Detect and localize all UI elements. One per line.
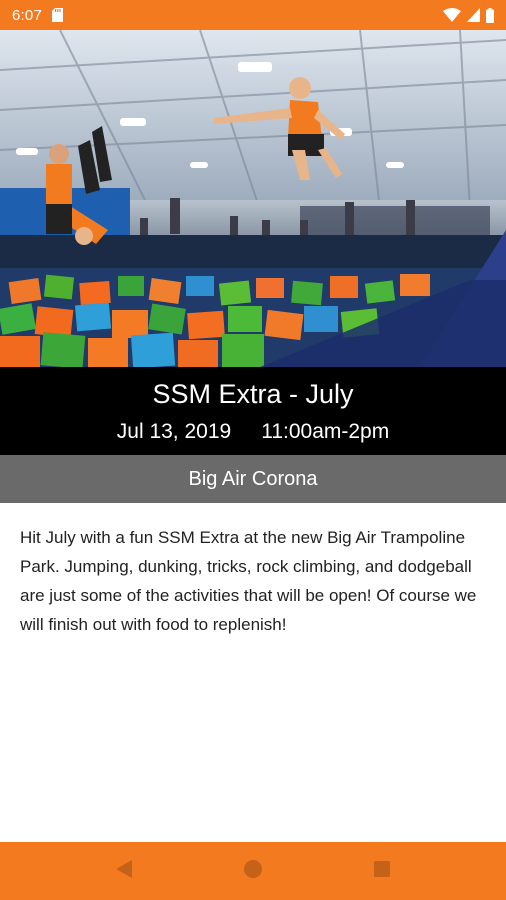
status-bar: 6:07 bbox=[0, 0, 506, 30]
battery-icon bbox=[486, 7, 494, 23]
event-hero-image bbox=[0, 30, 506, 367]
recents-button[interactable] bbox=[362, 851, 402, 891]
event-date: Jul 13, 2019 bbox=[116, 420, 232, 443]
back-icon bbox=[115, 859, 133, 884]
event-description: Hit July with a fun SSM Extra at the new… bbox=[20, 528, 477, 634]
wifi-icon bbox=[443, 8, 461, 22]
status-icons bbox=[443, 7, 494, 23]
event-time: 11:00am-2pm bbox=[261, 420, 390, 443]
sd-card-icon bbox=[52, 8, 63, 22]
home-button[interactable] bbox=[233, 851, 273, 891]
system-nav-bar bbox=[0, 842, 506, 900]
back-button[interactable] bbox=[104, 851, 144, 891]
event-title: SSM Extra - July bbox=[152, 379, 354, 409]
cell-signal-icon bbox=[467, 8, 480, 22]
event-location-label: Big Air Corona bbox=[188, 467, 318, 490]
recents-icon bbox=[373, 860, 391, 883]
event-datetime: Jul 13, 2019 11:00am-2pm bbox=[0, 420, 506, 444]
event-location: Big Air Corona bbox=[0, 455, 506, 503]
home-icon bbox=[242, 858, 264, 885]
event-header: SSM Extra - July Jul 13, 2019 11:00am-2p… bbox=[0, 367, 506, 455]
status-time: 6:07 bbox=[12, 6, 42, 24]
